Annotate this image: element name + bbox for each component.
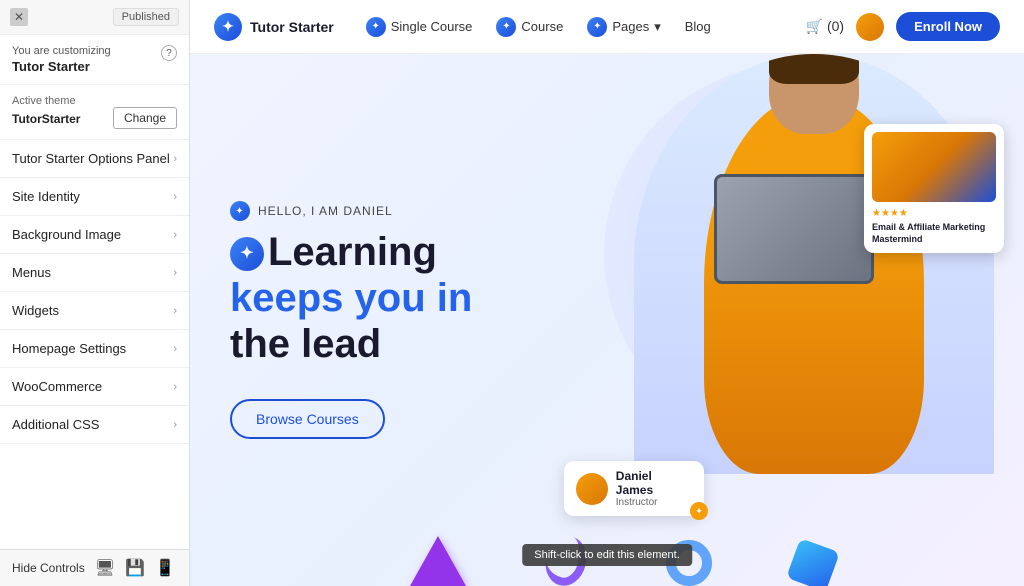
instructor-info: Daniel James Instructor xyxy=(616,469,692,508)
nav-single-course[interactable]: ✦ Single Course xyxy=(366,17,473,37)
person-hair xyxy=(769,54,859,84)
menu-item-homepage[interactable]: Homepage Settings › xyxy=(0,330,189,368)
instructor-name: Daniel James xyxy=(616,469,692,497)
change-theme-button[interactable]: Change xyxy=(113,107,177,129)
cart-icon[interactable]: 🛒 (0) xyxy=(806,18,844,35)
course-rating: ★★★★ xyxy=(872,208,996,219)
nav-icon: ✦ xyxy=(366,17,386,37)
tablet-icon[interactable]: 💾 xyxy=(125,558,145,578)
instructor-badge: ✦ xyxy=(690,502,708,520)
hero-subtitle: ✦ HELLO, I AM DANIEL xyxy=(230,201,472,221)
enroll-now-button[interactable]: Enroll Now xyxy=(896,12,1000,41)
hero-section: ✦ HELLO, I AM DANIEL ✦Learning keeps you… xyxy=(190,54,1024,586)
hero-title: ✦Learning keeps you in the lead xyxy=(230,229,472,367)
desktop-icon[interactable]: 🖥 xyxy=(95,558,115,578)
subtitle-icon: ✦ xyxy=(230,201,250,221)
customizer-panel: ✕ Published You are customizing Tutor St… xyxy=(0,0,190,586)
course-title: Email & Affiliate Marketing Mastermind xyxy=(872,222,996,245)
nav-icon: ✦ xyxy=(587,17,607,37)
hero-visual: Daniel James Instructor ✦ ★★★★ Email & A… xyxy=(564,54,1024,576)
browse-courses-button[interactable]: Browse Courses xyxy=(230,399,385,439)
logo-text: Tutor Starter xyxy=(250,19,334,35)
customizing-text: You are customizing xyxy=(12,45,111,57)
chevron-right-icon: › xyxy=(173,381,177,393)
published-badge: Published xyxy=(113,8,179,26)
person-head xyxy=(769,54,859,134)
chevron-right-icon: › xyxy=(173,267,177,279)
course-card: ★★★★ Email & Affiliate Marketing Masterm… xyxy=(864,124,1004,253)
theme-name: TutorStarter xyxy=(12,112,80,126)
hero-person-image xyxy=(634,54,994,474)
top-navigation: ✦ Tutor Starter ✦ Single Course ✦ Course… xyxy=(190,0,1024,54)
course-thumbnail xyxy=(872,132,996,202)
help-icon[interactable]: ? xyxy=(161,45,177,61)
hide-controls-button[interactable]: Hide Controls xyxy=(12,561,85,575)
nav-blog[interactable]: Blog xyxy=(685,19,711,34)
title-icon: ✦ xyxy=(230,237,264,271)
decorative-shapes xyxy=(390,506,1024,586)
chevron-right-icon: › xyxy=(173,229,177,241)
instructor-role: Instructor xyxy=(616,497,692,508)
mobile-icon[interactable]: 📱 xyxy=(155,558,175,578)
theme-section: Active theme TutorStarter Change xyxy=(0,85,189,140)
nav-pages[interactable]: ✦ Pages ▾ xyxy=(587,17,660,37)
nav-links: ✦ Single Course ✦ Course ✦ Pages ▾ Blog xyxy=(366,17,774,37)
customizing-section: You are customizing Tutor Starter ? xyxy=(0,35,189,85)
menu-item-widgets[interactable]: Widgets › xyxy=(0,292,189,330)
customizing-title: Tutor Starter xyxy=(12,59,111,74)
menu-item-site-identity[interactable]: Site Identity › xyxy=(0,178,189,216)
menu-item-additional-css[interactable]: Additional CSS › xyxy=(0,406,189,444)
menu-item-tutor-starter[interactable]: Tutor Starter Options Panel › xyxy=(0,140,189,178)
chevron-right-icon: › xyxy=(173,343,177,355)
customizer-menu: Tutor Starter Options Panel › Site Ident… xyxy=(0,140,189,549)
logo-icon: ✦ xyxy=(214,13,242,41)
hero-content: ✦ HELLO, I AM DANIEL ✦Learning keeps you… xyxy=(230,201,472,439)
instructor-card: Daniel James Instructor ✦ xyxy=(564,461,704,516)
menu-item-menus[interactable]: Menus › xyxy=(0,254,189,292)
nav-course[interactable]: ✦ Course xyxy=(496,17,563,37)
main-preview: ✦ Tutor Starter ✦ Single Course ✦ Course… xyxy=(190,0,1024,586)
menu-item-woocommerce[interactable]: WooCommerce › xyxy=(0,368,189,406)
panel-footer: Hide Controls 🖥 💾 📱 xyxy=(0,549,189,586)
chevron-down-icon: ▾ xyxy=(654,19,661,35)
shift-click-tooltip: Shift-click to edit this element. xyxy=(522,544,692,566)
nav-icon: ✦ xyxy=(496,17,516,37)
instructor-avatar xyxy=(576,473,608,505)
active-theme-label: Active theme xyxy=(12,95,177,107)
menu-item-background[interactable]: Background Image › xyxy=(0,216,189,254)
chevron-right-icon: › xyxy=(173,191,177,203)
panel-header: ✕ Published xyxy=(0,0,189,35)
nav-right-area: 🛒 (0) Enroll Now xyxy=(806,12,1000,41)
chevron-right-icon: › xyxy=(173,153,177,165)
triangle-shape xyxy=(410,536,466,586)
site-logo[interactable]: ✦ Tutor Starter xyxy=(214,13,334,41)
cube-shape xyxy=(786,538,840,586)
chevron-right-icon: › xyxy=(173,305,177,317)
chevron-right-icon: › xyxy=(173,419,177,431)
tablet-device xyxy=(714,174,874,284)
close-button[interactable]: ✕ xyxy=(10,8,28,26)
user-avatar[interactable] xyxy=(856,13,884,41)
